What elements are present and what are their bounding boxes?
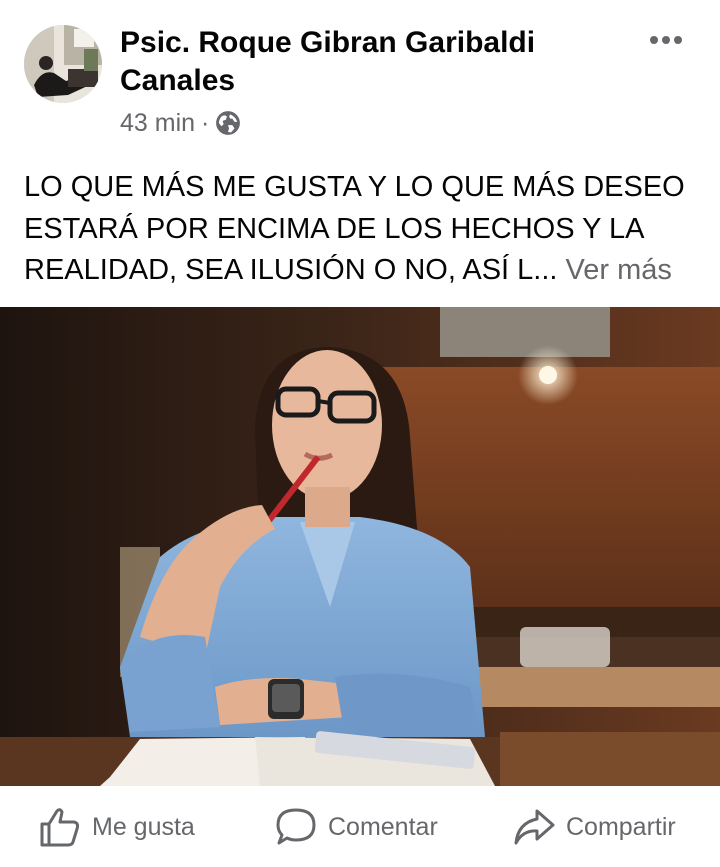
globe-icon [216,111,241,135]
post-actions: Me gusta Comentar Compartir [0,787,720,867]
more-options-button[interactable] [642,20,692,60]
comment-button[interactable]: Comentar [274,787,438,867]
thumbs-up-icon [40,808,80,847]
avatar-photo [24,25,102,103]
post-header: Psic. Roque Gibran Garibaldi Canales 43 … [0,0,720,150]
photo-woman-thinking [0,307,720,786]
comment-icon [276,808,316,845]
post-image[interactable] [0,307,720,786]
author-avatar[interactable] [24,25,102,103]
share-button[interactable]: Compartir [512,787,676,867]
share-icon [514,809,555,845]
like-button[interactable]: Me gusta [38,787,195,867]
author-name[interactable]: Psic. Roque Gibran Garibaldi Canales [120,24,590,100]
post-meta: 43 min · [120,105,241,141]
post-time[interactable]: 43 min [120,109,195,138]
see-more-link[interactable]: Ver más [566,254,672,286]
share-label: Compartir [566,812,676,841]
more-horizontal-icon [650,36,682,44]
meta-separator: · [201,108,210,137]
comment-label: Comentar [328,812,438,841]
like-label: Me gusta [92,812,195,841]
post-text: LO QUE MÁS ME GUSTA Y LO QUE MÁS DESEO E… [24,167,704,292]
